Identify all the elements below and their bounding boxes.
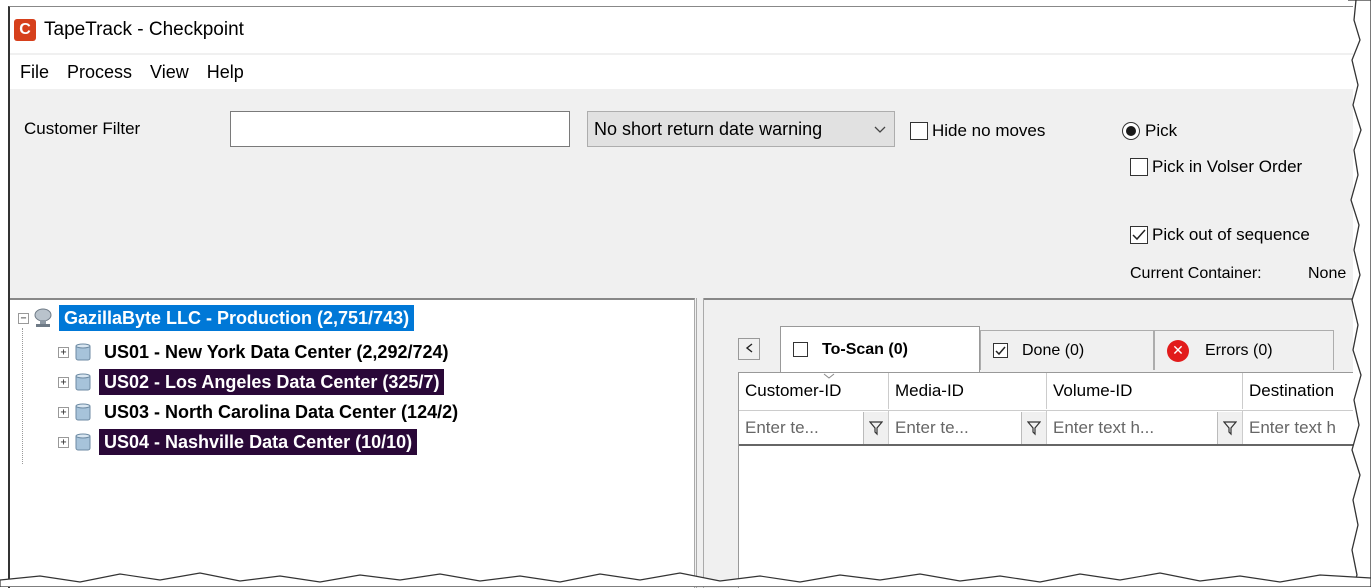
return-date-warning-value: No short return date warning [594,118,823,139]
torn-edge-right [1348,0,1371,587]
filter-input[interactable]: Enter te... [889,418,1021,438]
filter-icon[interactable] [1021,411,1046,444]
filter-input[interactable]: Enter text h [1243,418,1353,438]
filter-customer-id[interactable]: Enter te... [739,410,889,444]
checkbox-box [910,122,928,140]
current-container-label: Current Container: [1130,265,1262,282]
pick-out-of-sequence-label: Pick out of sequence [1152,225,1310,244]
column-header-label: Destination [1249,381,1335,400]
expand-icon[interactable]: + [58,436,69,448]
menu-view[interactable]: View [142,62,197,83]
menu-process[interactable]: Process [59,62,140,83]
radio-selected [1122,122,1140,140]
tree-node-label: US03 - North Carolina Data Center (124/2… [104,402,459,422]
database-icon [75,373,91,391]
tab-errors[interactable]: ✕ Errors (0) [1154,330,1334,370]
chevron-down-icon [866,122,894,137]
expand-icon[interactable]: + [58,376,69,388]
scan-grid[interactable]: Customer-ID Media-ID Volume-ID Destinati… [738,372,1353,588]
column-header-customer-id[interactable]: Customer-ID [739,373,889,409]
pick-volser-order-checkbox[interactable]: Pick in Volser Order [1130,157,1302,177]
expand-icon[interactable]: + [58,406,69,418]
checkbox-box [793,342,808,357]
tree-node-label: US02 - Los Angeles Data Center (325/7) [99,369,445,395]
column-header-destination[interactable]: Destination [1243,373,1353,409]
checkbox-box [1130,158,1148,176]
customer-filter-label: Customer Filter [24,119,141,138]
pane-splitter[interactable] [696,298,704,588]
return-date-warning-select[interactable]: No short return date warning [587,111,895,147]
pick-label: Pick [1145,121,1178,140]
current-container-value: None [1308,265,1347,282]
tab-scroll-left-button[interactable] [738,338,760,360]
tree-node-label: GazillaByte LLC - Production (2,751/743) [59,305,415,331]
error-icon: ✕ [1167,339,1189,362]
hide-no-moves-checkbox[interactable]: Hide no moves [910,121,1045,141]
column-header-volume-id[interactable]: Volume-ID [1047,373,1243,409]
database-icon [75,403,91,421]
torn-edge-bottom [0,572,1371,587]
scan-pane: To-Scan (0) Done (0) ✕ Errors (0) Custom… [704,298,1353,588]
tab-to-scan-label: To-Scan (0) [822,340,908,358]
tab-done-label: Done (0) [1022,341,1085,359]
hide-no-moves-label: Hide no moves [932,121,1046,140]
filter-input[interactable]: Enter te... [739,418,863,438]
collapse-icon[interactable]: − [18,312,29,324]
filter-volume-id[interactable]: Enter text h... [1047,410,1243,444]
title-bar[interactable]: C TapeTrack - Checkpoint [10,7,1353,53]
filter-destination[interactable]: Enter text h [1243,410,1353,444]
checkmark-icon [1130,226,1148,244]
window-title: TapeTrack - Checkpoint [44,19,244,40]
column-header-label: Media-ID [895,381,964,400]
grid-header-divider [739,444,1353,446]
pick-radio[interactable]: Pick [1122,121,1177,141]
column-header-media-id[interactable]: Media-ID [889,373,1047,409]
menu-file[interactable]: File [12,62,57,83]
filter-icon[interactable] [1217,411,1242,444]
tab-to-scan[interactable]: To-Scan (0) [780,326,980,372]
app-window: C TapeTrack - Checkpoint File Process Vi… [8,6,1353,588]
database-icon [75,433,91,451]
tab-done[interactable]: Done (0) [980,330,1154,370]
tree-node-us01[interactable]: + US01 - New York Data Center (2,292/724… [58,338,454,366]
pick-out-of-sequence-checkbox[interactable]: Pick out of sequence [1130,225,1310,245]
pick-volser-order-label: Pick in Volser Order [1152,157,1303,176]
database-icon [75,343,91,361]
tree-node-us03[interactable]: + US03 - North Carolina Data Center (124… [58,398,463,426]
menu-bar: File Process View Help [10,55,1353,89]
tree-node-label: US01 - New York Data Center (2,292/724) [104,342,449,362]
app-icon: C [14,19,36,41]
tab-errors-label: Errors (0) [1205,341,1273,359]
filter-icon[interactable] [863,411,888,444]
sort-chevron-icon [823,371,835,382]
column-header-label: Customer-ID [745,381,842,400]
expand-icon[interactable]: + [58,346,69,358]
tree-node-label: US04 - Nashville Data Center (10/10) [99,429,418,455]
menu-help[interactable]: Help [199,62,252,83]
tree-node-root[interactable]: − GazillaByte LLC - Production (2,751/74… [18,304,415,332]
filter-panel: Customer Filter No short return date war… [10,89,1353,299]
server-icon [34,308,52,327]
column-header-label: Volume-ID [1053,381,1133,400]
filter-media-id[interactable]: Enter te... [889,410,1047,444]
tree-node-us04[interactable]: + US04 - Nashville Data Center (10/10) [58,428,418,456]
checkmark-icon [993,343,1008,358]
repository-tree[interactable]: − GazillaByte LLC - Production (2,751/74… [10,298,695,588]
tree-node-us02[interactable]: + US02 - Los Angeles Data Center (325/7) [58,368,445,396]
customer-filter-input[interactable] [230,111,570,147]
filter-input[interactable]: Enter text h... [1047,418,1217,438]
